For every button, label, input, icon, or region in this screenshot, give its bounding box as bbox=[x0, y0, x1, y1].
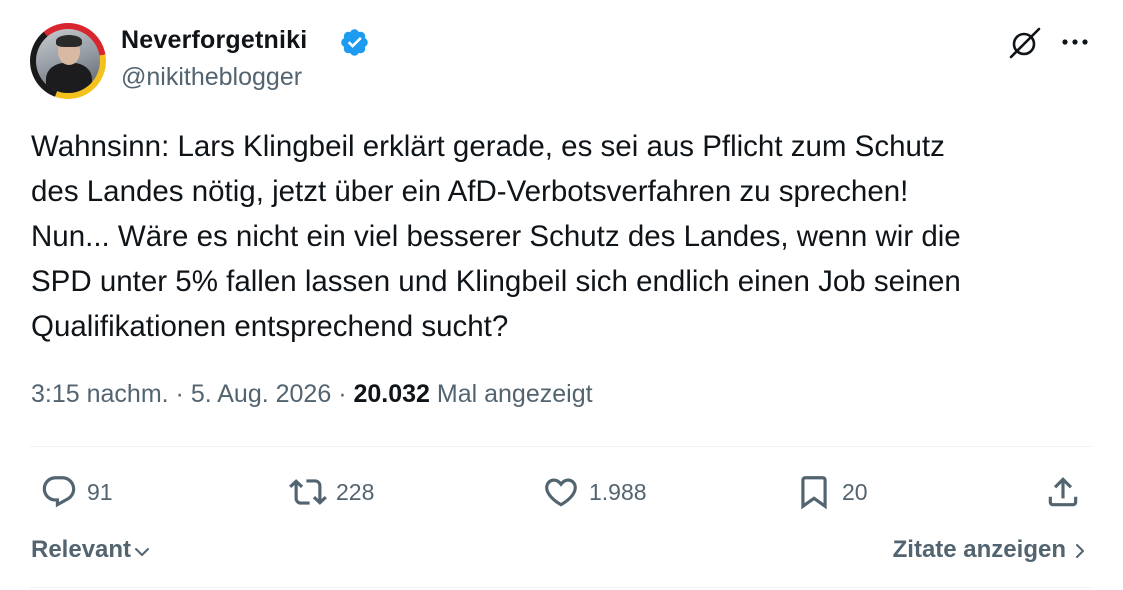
chevron-right-icon bbox=[1076, 544, 1084, 558]
reply-count: 91 bbox=[87, 478, 113, 505]
sort-dropdown[interactable]: Relevant bbox=[31, 536, 152, 564]
bookmark-button[interactable]: 20 bbox=[795, 472, 868, 512]
grok-icon[interactable] bbox=[1006, 24, 1044, 62]
share-button[interactable] bbox=[1044, 472, 1082, 512]
repost-button[interactable]: 228 bbox=[289, 472, 374, 512]
avatar-body-shape bbox=[46, 63, 92, 93]
verified-badge-icon[interactable] bbox=[339, 27, 370, 58]
bookmark-count: 20 bbox=[842, 478, 868, 505]
tweet-time[interactable]: 3:15 nachm. bbox=[31, 380, 169, 408]
chevron-down-icon bbox=[135, 548, 150, 556]
tweet-meta: 3:15 nachm. · 5. Aug. 2026 · 20.032 Mal … bbox=[31, 380, 593, 409]
share-icon bbox=[1048, 477, 1078, 507]
like-button[interactable]: 1.988 bbox=[542, 472, 647, 512]
like-icon bbox=[545, 478, 577, 507]
author-handle[interactable]: @nikitheblogger bbox=[121, 63, 302, 92]
sort-label: Relevant bbox=[31, 536, 132, 563]
repost-icon bbox=[289, 479, 327, 505]
tweet-date[interactable]: 5. Aug. 2026 bbox=[191, 380, 331, 408]
quotes-label: Zitate anzeigen bbox=[892, 536, 1066, 563]
like-count: 1.988 bbox=[589, 478, 647, 505]
divider-bottom bbox=[30, 587, 1092, 588]
avatar[interactable] bbox=[30, 23, 106, 99]
avatar-photo bbox=[36, 29, 100, 93]
views-count: 20.032 bbox=[353, 380, 430, 408]
tweet-text: Wahnsinn: Lars Klingbeil erklärt gerade,… bbox=[31, 130, 961, 343]
view-quotes-link[interactable]: Zitate anzeigen bbox=[893, 536, 1090, 564]
author-display-name[interactable]: Neverforgetniki bbox=[121, 26, 307, 55]
meta-separator: · bbox=[338, 380, 347, 408]
more-icon[interactable] bbox=[1060, 30, 1090, 54]
bookmark-icon bbox=[801, 476, 827, 510]
reply-button[interactable]: 91 bbox=[40, 472, 113, 512]
avatar-hair-shape bbox=[56, 35, 82, 47]
repost-count: 228 bbox=[336, 478, 375, 505]
meta-separator: · bbox=[175, 380, 184, 408]
views-label: Mal angezeigt bbox=[436, 380, 593, 408]
divider-top bbox=[30, 446, 1092, 447]
reply-icon bbox=[42, 476, 76, 508]
